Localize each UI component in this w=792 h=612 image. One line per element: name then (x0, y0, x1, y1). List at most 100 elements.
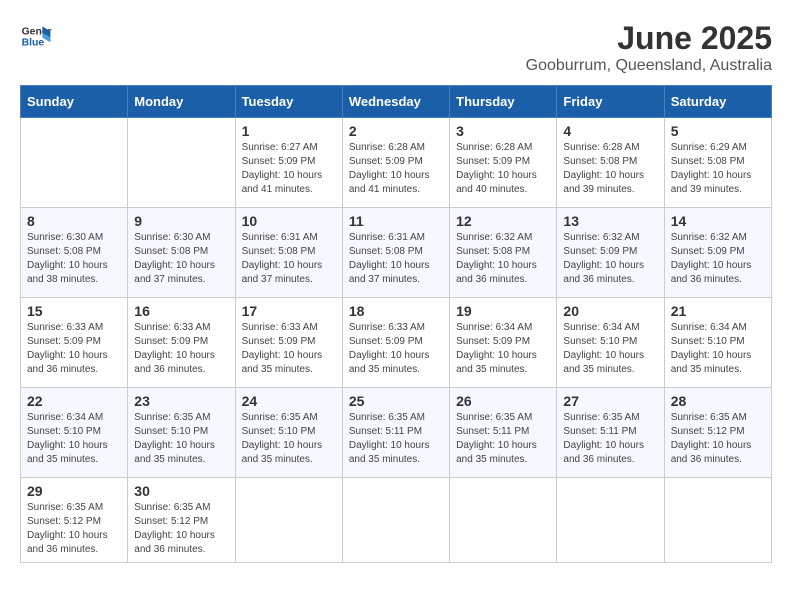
day-number: 12 (456, 213, 550, 229)
table-row: 13 Sunrise: 6:32 AMSunset: 5:09 PMDayligh… (557, 208, 664, 298)
day-number: 11 (349, 213, 443, 229)
day-number: 10 (242, 213, 336, 229)
day-number: 29 (27, 483, 121, 499)
table-row (235, 478, 342, 563)
day-info: Sunrise: 6:29 AMSunset: 5:08 PMDaylight:… (671, 141, 765, 197)
day-info: Sunrise: 6:30 AMSunset: 5:08 PMDaylight:… (27, 231, 121, 287)
table-row (128, 118, 235, 208)
table-row: 30Sunrise: 6:35 AMSunset: 5:12 PMDayligh… (128, 478, 235, 563)
day-info: Sunrise: 6:31 AMSunset: 5:08 PMDaylight:… (349, 231, 443, 287)
table-row: 19 Sunrise: 6:34 AMSunset: 5:09 PMDayligh… (450, 298, 557, 388)
table-row: 22 Sunrise: 6:34 AMSunset: 5:10 PMDayligh… (21, 388, 128, 478)
day-info: Sunrise: 6:32 AMSunset: 5:09 PMDaylight:… (671, 231, 765, 287)
header: General Blue June 2025 Gooburrum, Queens… (20, 20, 772, 75)
day-info: Sunrise: 6:28 AMSunset: 5:09 PMDaylight:… (456, 141, 550, 197)
table-row: 18 Sunrise: 6:33 AMSunset: 5:09 PMDayligh… (342, 298, 449, 388)
table-row: 12 Sunrise: 6:32 AMSunset: 5:08 PMDayligh… (450, 208, 557, 298)
table-row: 10 Sunrise: 6:31 AMSunset: 5:08 PMDayligh… (235, 208, 342, 298)
day-info: Sunrise: 6:35 AMSunset: 5:11 PMDaylight:… (456, 411, 550, 467)
month-title: June 2025 (526, 20, 772, 57)
day-info: Sunrise: 6:33 AMSunset: 5:09 PMDaylight:… (349, 321, 443, 377)
table-row: 23 Sunrise: 6:35 AMSunset: 5:10 PMDayligh… (128, 388, 235, 478)
day-number: 18 (349, 303, 443, 319)
day-number: 16 (134, 303, 228, 319)
day-info: Sunrise: 6:35 AMSunset: 5:10 PMDaylight:… (134, 411, 228, 467)
day-info: Sunrise: 6:32 AMSunset: 5:08 PMDaylight:… (456, 231, 550, 287)
day-info: Sunrise: 6:35 AMSunset: 5:12 PMDaylight:… (134, 501, 228, 557)
day-info: Sunrise: 6:31 AMSunset: 5:08 PMDaylight:… (242, 231, 336, 287)
col-sunday: Sunday (21, 86, 128, 118)
day-number: 2 (349, 123, 443, 139)
table-row: 20 Sunrise: 6:34 AMSunset: 5:10 PMDayligh… (557, 298, 664, 388)
svg-text:Blue: Blue (22, 38, 45, 49)
day-info: Sunrise: 6:34 AMSunset: 5:10 PMDaylight:… (27, 411, 121, 467)
table-row (557, 478, 664, 563)
table-row: 5Sunrise: 6:29 AMSunset: 5:08 PMDaylight… (664, 118, 771, 208)
day-number: 25 (349, 393, 443, 409)
col-monday: Monday (128, 86, 235, 118)
calendar-row: 1Sunrise: 6:27 AMSunset: 5:09 PMDaylight… (21, 118, 772, 208)
day-number: 22 (27, 393, 121, 409)
logo-icon: General Blue (20, 20, 52, 52)
table-row (664, 478, 771, 563)
day-number: 27 (563, 393, 657, 409)
calendar-row: 8 Sunrise: 6:30 AMSunset: 5:08 PMDaylight… (21, 208, 772, 298)
table-row: 9Sunrise: 6:30 AMSunset: 5:08 PMDaylight… (128, 208, 235, 298)
day-info: Sunrise: 6:30 AMSunset: 5:08 PMDaylight:… (134, 231, 228, 287)
calendar-row: 15 Sunrise: 6:33 AMSunset: 5:09 PMDayligh… (21, 298, 772, 388)
day-number: 15 (27, 303, 121, 319)
day-info: Sunrise: 6:35 AMSunset: 5:11 PMDaylight:… (349, 411, 443, 467)
day-info: Sunrise: 6:33 AMSunset: 5:09 PMDaylight:… (242, 321, 336, 377)
table-row (21, 118, 128, 208)
day-info: Sunrise: 6:33 AMSunset: 5:09 PMDaylight:… (27, 321, 121, 377)
day-number: 13 (563, 213, 657, 229)
logo: General Blue (20, 20, 52, 52)
day-number: 24 (242, 393, 336, 409)
calendar-row: 29 Sunrise: 6:35 AMSunset: 5:12 PMDayligh… (21, 478, 772, 563)
table-row: 4 Sunrise: 6:28 AMSunset: 5:08 PMDaylight… (557, 118, 664, 208)
table-row: 24 Sunrise: 6:35 AMSunset: 5:10 PMDayligh… (235, 388, 342, 478)
table-row: 8 Sunrise: 6:30 AMSunset: 5:08 PMDaylight… (21, 208, 128, 298)
day-info: Sunrise: 6:28 AMSunset: 5:09 PMDaylight:… (349, 141, 443, 197)
day-info: Sunrise: 6:28 AMSunset: 5:08 PMDaylight:… (563, 141, 657, 197)
table-row: 25 Sunrise: 6:35 AMSunset: 5:11 PMDayligh… (342, 388, 449, 478)
table-row: 16Sunrise: 6:33 AMSunset: 5:09 PMDayligh… (128, 298, 235, 388)
table-row: 2 Sunrise: 6:28 AMSunset: 5:09 PMDaylight… (342, 118, 449, 208)
calendar-row: 22 Sunrise: 6:34 AMSunset: 5:10 PMDayligh… (21, 388, 772, 478)
day-number: 26 (456, 393, 550, 409)
table-row: 27Sunrise: 6:35 AMSunset: 5:11 PMDayligh… (557, 388, 664, 478)
day-info: Sunrise: 6:34 AMSunset: 5:10 PMDaylight:… (563, 321, 657, 377)
col-wednesday: Wednesday (342, 86, 449, 118)
day-info: Sunrise: 6:35 AMSunset: 5:12 PMDaylight:… (671, 411, 765, 467)
table-row: 1Sunrise: 6:27 AMSunset: 5:09 PMDaylight… (235, 118, 342, 208)
col-tuesday: Tuesday (235, 86, 342, 118)
day-number: 21 (671, 303, 765, 319)
table-row: 14 Sunrise: 6:32 AMSunset: 5:09 PMDayligh… (664, 208, 771, 298)
day-number: 14 (671, 213, 765, 229)
location-title: Gooburrum, Queensland, Australia (526, 57, 772, 75)
day-number: 4 (563, 123, 657, 139)
day-number: 23 (134, 393, 228, 409)
table-row: 11 Sunrise: 6:31 AMSunset: 5:08 PMDayligh… (342, 208, 449, 298)
day-number: 20 (563, 303, 657, 319)
table-row (450, 478, 557, 563)
day-info: Sunrise: 6:35 AMSunset: 5:12 PMDaylight:… (27, 501, 121, 557)
table-row: 15 Sunrise: 6:33 AMSunset: 5:09 PMDayligh… (21, 298, 128, 388)
header-row: Sunday Monday Tuesday Wednesday Thursday… (21, 86, 772, 118)
day-number: 8 (27, 213, 121, 229)
day-info: Sunrise: 6:32 AMSunset: 5:09 PMDaylight:… (563, 231, 657, 287)
day-number: 3 (456, 123, 550, 139)
day-number: 19 (456, 303, 550, 319)
day-info: Sunrise: 6:35 AMSunset: 5:10 PMDaylight:… (242, 411, 336, 467)
day-info: Sunrise: 6:34 AMSunset: 5:10 PMDaylight:… (671, 321, 765, 377)
table-row: 3 Sunrise: 6:28 AMSunset: 5:09 PMDaylight… (450, 118, 557, 208)
table-row: 28Sunrise: 6:35 AMSunset: 5:12 PMDayligh… (664, 388, 771, 478)
day-number: 1 (242, 123, 336, 139)
title-section: June 2025 Gooburrum, Queensland, Austral… (526, 20, 772, 75)
table-row: 26 Sunrise: 6:35 AMSunset: 5:11 PMDayligh… (450, 388, 557, 478)
table-row: 17 Sunrise: 6:33 AMSunset: 5:09 PMDayligh… (235, 298, 342, 388)
calendar-table: Sunday Monday Tuesday Wednesday Thursday… (20, 85, 772, 563)
day-number: 17 (242, 303, 336, 319)
table-row (342, 478, 449, 563)
day-info: Sunrise: 6:34 AMSunset: 5:09 PMDaylight:… (456, 321, 550, 377)
